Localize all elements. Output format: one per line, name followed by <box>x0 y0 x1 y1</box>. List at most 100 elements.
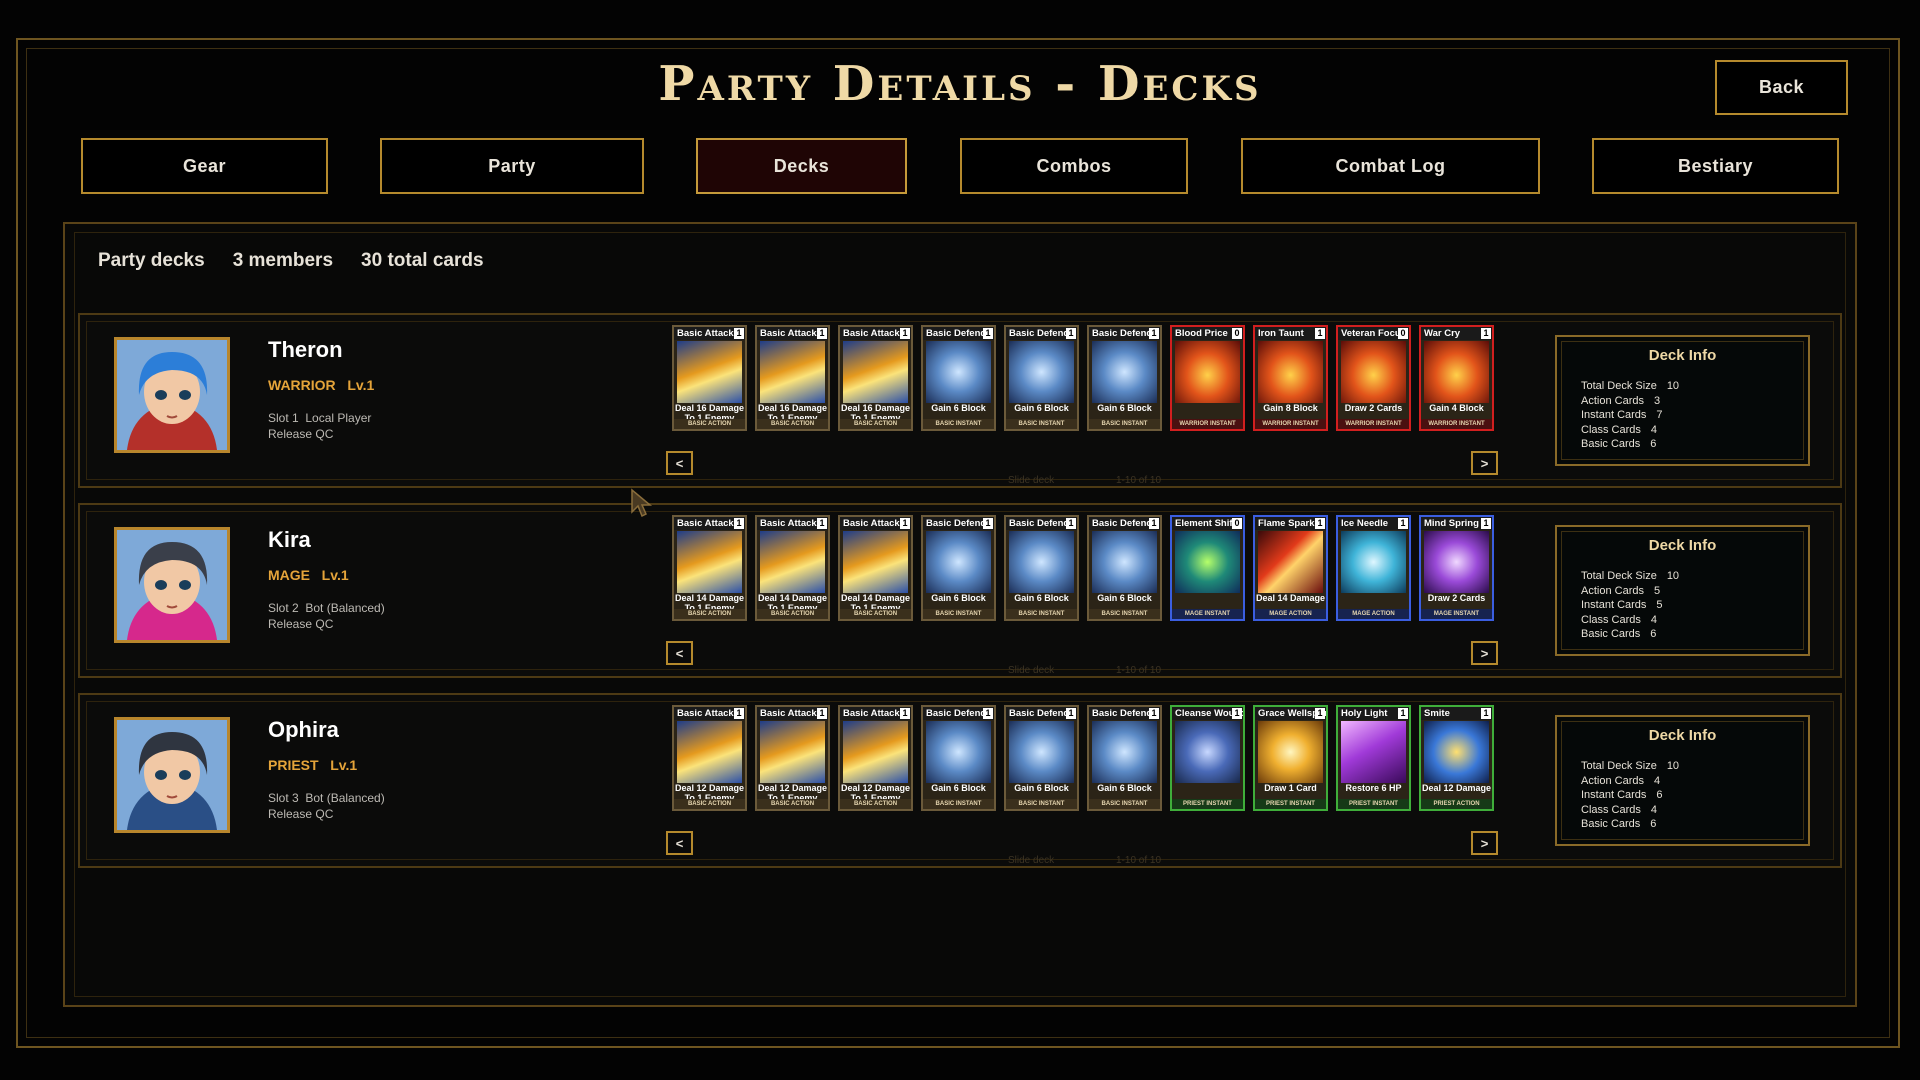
deck-next-button[interactable]: > <box>1471 451 1498 475</box>
deck-card[interactable]: Basic Attack 1 Deal 14 Damage To 1 Enemy BA… <box>672 515 747 621</box>
deck-card[interactable]: Basic Defend 1 Gain 6 Block BASIC INSTANT <box>1004 705 1079 811</box>
deck-card[interactable]: Cleanse Wound 1 PRIEST INSTANT <box>1170 705 1245 811</box>
card-type: BASIC INSTANT <box>1089 609 1160 619</box>
member-row-theron: Theron WARRIOR Lv.1 Slot 1 Local Player Rel… <box>78 313 1842 488</box>
deck-card[interactable]: Blood Price 0 WARRIOR INSTANT <box>1170 325 1245 431</box>
card-cost: 1 <box>1149 518 1159 529</box>
card-art-icon <box>926 721 991 783</box>
deck-card[interactable]: Ice Needle 1 MAGE ACTION <box>1336 515 1411 621</box>
card-effect: Draw 1 Card <box>1264 783 1317 793</box>
card-cost: 1 <box>983 518 993 529</box>
card-cost: 0 <box>1398 328 1408 339</box>
deck-card[interactable]: Grace Wellspring1Draw 1 CardPRIEST INSTA… <box>1253 705 1328 811</box>
deck-card[interactable]: Basic Defend 1 Gain 6 Block BASIC INSTANT <box>921 705 996 811</box>
deck-card[interactable]: Veteran Focus 0 Draw 2 Cards WARRIOR INSTAN… <box>1336 325 1411 431</box>
deck-card[interactable]: Basic Attack 1 Deal 12 Damage To 1 Enemy BA… <box>672 705 747 811</box>
tab-bestiary[interactable]: Bestiary <box>1592 138 1839 194</box>
member-slot: Slot 1 Local Player <box>268 411 372 425</box>
deck-prev-button[interactable]: < <box>666 831 693 855</box>
deck-stat-value: 10 <box>1666 570 1680 582</box>
deck-card[interactable]: Mind Spring 1 Draw 2 Cards MAGE INSTANT <box>1419 515 1494 621</box>
deck-card[interactable]: Basic Defend 1 Gain 6 Block BASIC INSTANT <box>1004 325 1079 431</box>
card-cost: 1 <box>734 518 744 529</box>
deck-card[interactable]: Basic Defend 1 Gain 6 Block BASIC INSTANT <box>921 325 996 431</box>
deck-card[interactable]: Smite 1 Deal 12 Damage PRIEST ACTION <box>1419 705 1494 811</box>
deck-card[interactable]: Basic Attack 1 Deal 16 Damage To 1 Enemy BA… <box>838 325 913 431</box>
card-cost: 1 <box>1398 708 1408 719</box>
deck-info-title: Deck Info <box>1648 727 1717 744</box>
back-button[interactable]: Back <box>1715 60 1848 115</box>
tab-gear[interactable]: Gear <box>81 138 328 194</box>
deck-prev-button[interactable]: < <box>666 641 693 665</box>
deck-prev-button[interactable]: < <box>666 451 693 475</box>
card-art-icon <box>926 531 991 593</box>
card-effect: Gain 6 Block <box>1097 403 1152 413</box>
deck-card[interactable]: Iron Taunt 1 Gain 8 Block WARRIOR INSTANT <box>1253 325 1328 431</box>
tab-combat-log[interactable]: Combat Log <box>1241 138 1540 194</box>
slide-deck-hint: Slide deck <box>1008 475 1055 486</box>
deck-info-stats: Total Deck Size 10 Action Cards 3 Instant Ca… <box>1581 379 1679 452</box>
card-cost: 1 <box>900 518 910 529</box>
avatar <box>114 337 230 453</box>
deck-stat-value: 4 <box>1650 423 1658 436</box>
card-type: BASIC INSTANT <box>1006 609 1077 619</box>
card-cost: 1 <box>817 708 827 719</box>
deck-card-strip: Basic Attack 1 Deal 16 Damage To 1 Enemy BA… <box>672 325 1494 431</box>
tab-party[interactable]: Party <box>380 138 644 194</box>
deck-card[interactable]: Holy Light 1 Restore 6 HP PRIEST INSTANT <box>1336 705 1411 811</box>
member-release: Release QC <box>268 617 334 631</box>
card-cost: 1 <box>1066 518 1076 529</box>
deck-stat-row: Total Deck Size 10 <box>1581 759 1679 774</box>
card-art-icon <box>760 531 825 593</box>
card-art-icon <box>677 721 742 783</box>
deck-stat-row: Basic Cards 6 <box>1581 437 1679 452</box>
card-type: WARRIOR INSTANT <box>1255 419 1326 429</box>
deck-card[interactable]: Basic Defend 1 Gain 6 Block BASIC INSTANT <box>921 515 996 621</box>
card-cost: 1 <box>1481 708 1491 719</box>
deck-card[interactable]: Basic Attack 1 Deal 16 Damage To 1 Enemy BA… <box>672 325 747 431</box>
card-cost: 1 <box>734 328 744 339</box>
card-art-icon <box>1009 721 1074 783</box>
deck-card[interactable]: War Cry 1 Gain 4 Block WARRIOR INSTANT <box>1419 325 1494 431</box>
tab-combos[interactable]: Combos <box>960 138 1188 194</box>
deck-info-stats: Total Deck Size 10 Action Cards 5 Instant Ca… <box>1581 569 1679 642</box>
deck-info-title: Deck Info <box>1648 347 1717 364</box>
card-cost: 0 <box>1232 518 1242 529</box>
deck-card[interactable]: Basic Attack 1 Deal 14 Damage To 1 Enemy BA… <box>755 515 830 621</box>
deck-card[interactable]: Basic Defend 1 Gain 6 Block BASIC INSTANT <box>1004 515 1079 621</box>
card-effect: Gain 6 Block <box>1014 403 1069 413</box>
deck-stat-value: 6 <box>1650 438 1657 450</box>
portrait-icon <box>117 340 227 450</box>
card-cost: 1 <box>1315 518 1325 529</box>
card-type: MAGE ACTION <box>1255 609 1326 619</box>
deck-stat-value: 5 <box>1656 599 1663 611</box>
summary-members: 3 members <box>232 250 334 271</box>
deck-card[interactable]: Basic Attack 1 Deal 12 Damage To 1 Enemy BA… <box>755 705 830 811</box>
card-art-icon <box>760 721 825 783</box>
member-row-ophira: Ophira PRIEST Lv.1 Slot 3 Bot (Balanced) Re… <box>78 693 1842 868</box>
deck-card[interactable]: Element Shift 0 MAGE INSTANT <box>1170 515 1245 621</box>
card-type: BASIC ACTION <box>757 419 828 429</box>
card-type: MAGE INSTANT <box>1172 609 1243 619</box>
deck-card[interactable]: Basic Attack 1 Deal 12 Damage To 1 Enemy BA… <box>838 705 913 811</box>
deck-stat-row: Instant Cards 6 <box>1581 788 1679 803</box>
deck-card[interactable]: Basic Defend 1 Gain 6 Block BASIC INSTANT <box>1087 705 1162 811</box>
deck-card[interactable]: Basic Attack 1 Deal 14 Damage To 1 Enemy BA… <box>838 515 913 621</box>
deck-card[interactable]: Flame Spark 1 Deal 14 Damage MAGE ACTION <box>1253 515 1328 621</box>
deck-card[interactable]: Basic Attack 1 Deal 16 Damage To 1 Enemy BA… <box>755 325 830 431</box>
deck-stat-value: 7 <box>1656 409 1663 421</box>
tab-decks[interactable]: Decks <box>696 138 907 194</box>
deck-stat-label: Basic Cards <box>1581 438 1641 450</box>
card-type: PRIEST ACTION <box>1421 799 1492 809</box>
deck-info-box: Deck Info Total Deck Size 10 Action Cards 5 I… <box>1555 525 1810 656</box>
member-name: Theron <box>268 337 343 362</box>
deck-card[interactable]: Basic Defend 1 Gain 6 Block BASIC INSTANT <box>1087 325 1162 431</box>
deck-next-button[interactable]: > <box>1471 831 1498 855</box>
deck-page-indicator: 1-10 of 10 <box>1116 855 1162 866</box>
deck-stat-row: Action Cards 5 <box>1581 584 1679 599</box>
card-art-icon <box>760 341 825 403</box>
card-type: BASIC INSTANT <box>1089 419 1160 429</box>
deck-card[interactable]: Basic Defend 1 Gain 6 Block BASIC INSTANT <box>1087 515 1162 621</box>
deck-next-button[interactable]: > <box>1471 641 1498 665</box>
member-slot: Slot 2 Bot (Balanced) <box>268 601 385 615</box>
